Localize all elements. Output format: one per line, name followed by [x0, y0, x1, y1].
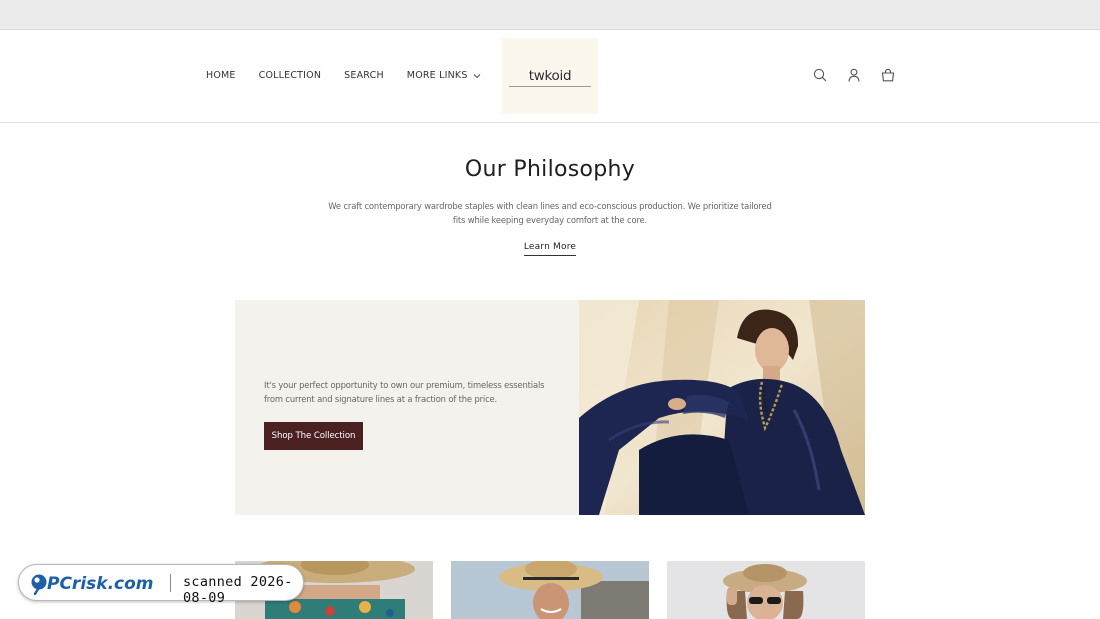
- shop-collection-button[interactable]: Shop The Collection: [264, 422, 363, 450]
- cart-icon[interactable]: [881, 68, 895, 82]
- account-icon[interactable]: [847, 68, 861, 82]
- promo-text: It's your perfect opportunity to own our…: [264, 380, 545, 404]
- philosophy-body: We craft contemporary wardrobe staples w…: [328, 201, 772, 225]
- scan-watermark: PCrisk.com scanned 2026-08-09: [18, 564, 304, 606]
- main-nav: HOME COLLECTION SEARCH MORE LINKS: [206, 70, 504, 81]
- nav-collection-link[interactable]: COLLECTION: [259, 70, 322, 81]
- search-icon[interactable]: [813, 68, 827, 82]
- header-actions: [793, 68, 895, 82]
- nav-home-link[interactable]: HOME: [206, 70, 236, 81]
- brand-logo-text: twkoid: [508, 68, 592, 87]
- nav-more-links-label: MORE LINKS: [406, 70, 468, 81]
- promo-model-image: [579, 300, 865, 515]
- learn-more-link[interactable]: Learn More: [523, 242, 577, 256]
- brand-logo[interactable]: twkoid: [502, 38, 598, 114]
- promo-banner: It's your perfect opportunity to own our…: [235, 300, 865, 515]
- product-card-image-3[interactable]: [667, 561, 865, 619]
- philosophy-section: Our Philosophy We craft contemporary war…: [0, 123, 1100, 256]
- pcrisk-logo: PCrisk.com: [31, 574, 154, 595]
- product-card-image-2[interactable]: [451, 561, 649, 619]
- nav-search-label: SEARCH: [344, 70, 384, 81]
- chevron-down-icon: [473, 73, 480, 78]
- top-announcement-bar: [0, 0, 1100, 30]
- scan-date-label: scanned 2026-08-09: [183, 574, 293, 606]
- product-image-straw-hat-sunglasses: [667, 561, 865, 619]
- nav-more-links-dropdown[interactable]: MORE LINKS: [407, 70, 481, 81]
- svg-text:PCrisk.com: PCrisk.com: [47, 574, 154, 594]
- nav-search-link[interactable]: SEARCH: [344, 70, 384, 81]
- watermark-divider: [170, 574, 171, 592]
- nav-collection-label: COLLECTION: [258, 70, 322, 81]
- site-header: HOME COLLECTION SEARCH MORE LINKS twkoid: [0, 30, 1100, 123]
- product-image-straw-hat-smiling: [451, 561, 649, 619]
- nav-home-label: HOME: [206, 70, 236, 81]
- philosophy-title: Our Philosophy: [464, 157, 636, 182]
